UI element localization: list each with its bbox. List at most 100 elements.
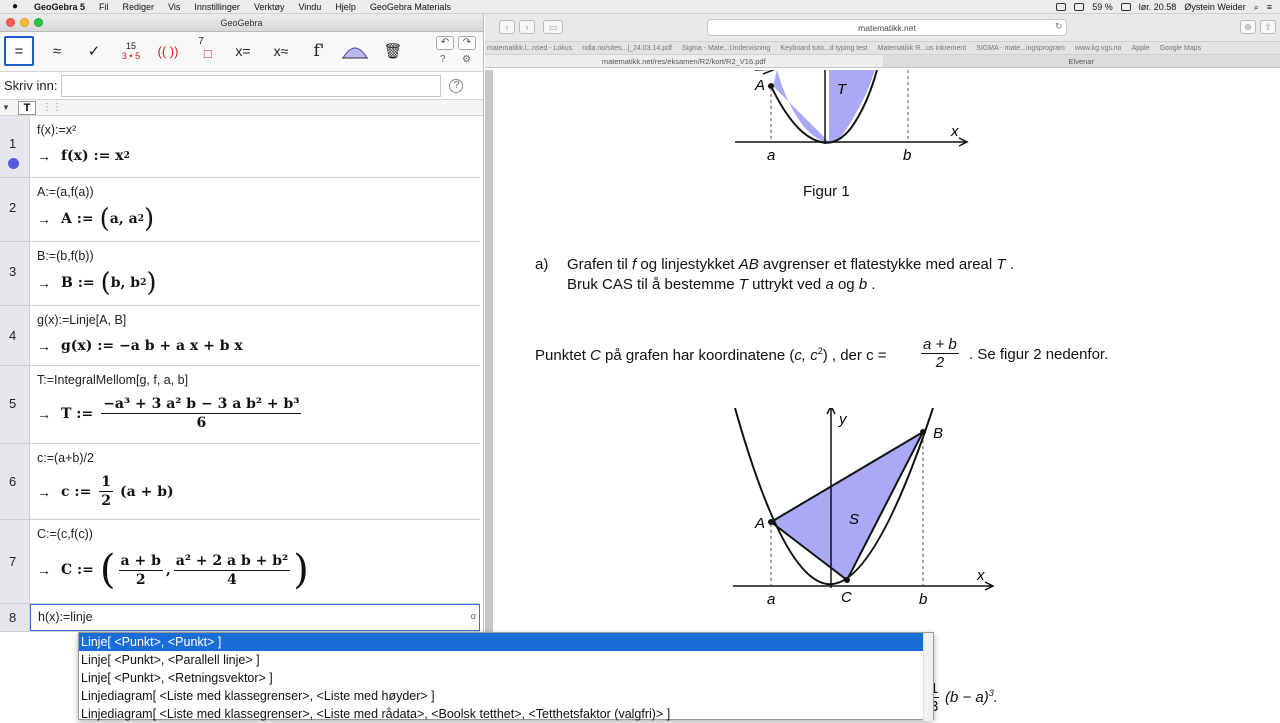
cas-cell[interactable]: T:=IntegralMellom[g, f, a, b] → T := −a³… bbox=[30, 366, 480, 443]
row-number[interactable]: 5 bbox=[0, 366, 30, 443]
battery-level[interactable]: 59 % bbox=[1092, 2, 1113, 12]
settings-icon[interactable]: ⚙ bbox=[462, 54, 471, 65]
graphics-visibility-icon[interactable] bbox=[8, 158, 19, 169]
expand-tool[interactable]: (( )) bbox=[153, 36, 183, 66]
bookmark-item[interactable]: Sigma - Mate...Undervisning bbox=[682, 45, 770, 52]
bookmark-item[interactable]: matematikk.l...nsed - Lokus bbox=[487, 45, 572, 52]
tab-pdf[interactable]: matematikk.net/res/eksamen/R2/kort/R2_V1… bbox=[485, 55, 883, 67]
cas-input[interactable]: C:=(c,f(c)) bbox=[37, 527, 93, 541]
menu-rediger[interactable]: Rediger bbox=[123, 2, 155, 12]
bookmark-item[interactable]: Apple bbox=[1132, 45, 1150, 52]
cas-cell-active[interactable]: h(x):=linje α bbox=[30, 604, 480, 631]
cas-input[interactable]: A:=(a,f(a)) bbox=[37, 185, 94, 199]
cas-row-5[interactable]: 5 T:=IntegralMellom[g, f, a, b] → T := −… bbox=[0, 366, 480, 444]
forward-button[interactable]: › bbox=[519, 20, 535, 34]
cas-row-6[interactable]: 6 c:=(a+b)/2 → c := 12 (a + b) bbox=[0, 444, 480, 520]
cas-input[interactable]: g(x):=Linje[A, B] bbox=[37, 313, 126, 327]
row-number[interactable]: 3 bbox=[0, 242, 30, 305]
menu-innstillinger[interactable]: Innstillinger bbox=[194, 2, 240, 12]
keyboard-badge-icon[interactable]: α bbox=[471, 611, 476, 621]
cas-cell[interactable]: f(x):=x² → f(x) := x2 bbox=[30, 116, 480, 177]
cas-row-1[interactable]: 1 f(x):=x² → f(x) := x2 bbox=[0, 116, 480, 178]
bookmark-item[interactable]: www.kg.vgs.no bbox=[1075, 45, 1122, 52]
keep-input-tool[interactable]: ✓ bbox=[79, 36, 109, 66]
toggle-stylebar-icon[interactable]: ▼ bbox=[2, 103, 10, 112]
share-icon[interactable]: ⇧ bbox=[1260, 20, 1276, 34]
solve-numerically-tool[interactable]: x≈ bbox=[266, 36, 296, 66]
menu-geogebra-materials[interactable]: GeoGebra Materials bbox=[370, 2, 451, 12]
cas-row-4[interactable]: 4 g(x):=Linje[A, B] → g(x) := −a b + a x… bbox=[0, 306, 480, 366]
cas-row-2[interactable]: 2 A:=(a,f(a)) → A := (a, a2) bbox=[0, 178, 480, 242]
menu-list-icon[interactable]: ≡ bbox=[1267, 2, 1272, 12]
delete-tool[interactable]: 🗑 bbox=[378, 36, 408, 66]
redo-button[interactable]: ↷ bbox=[458, 36, 476, 50]
browser-toolbar: ‹ › ▭ matematikk.net ↻ ⊕ ⇧ bbox=[485, 14, 1280, 42]
cas-input[interactable]: f(x):=x² bbox=[37, 123, 76, 137]
cas-input[interactable]: T:=IntegralMellom[g, f, a, b] bbox=[37, 373, 188, 387]
undo-button[interactable]: ↶ bbox=[436, 36, 454, 50]
menu-vis[interactable]: Vis bbox=[168, 2, 180, 12]
row-number[interactable]: 6 bbox=[0, 444, 30, 519]
cas-row-8[interactable]: 8 h(x):=linje α bbox=[0, 604, 480, 632]
factor-tool[interactable]: 15 3 • 5 bbox=[116, 36, 146, 66]
bookmark-item[interactable]: ndla.no/sites...|_24.03.14.pdf bbox=[582, 45, 672, 52]
numeric-tool[interactable]: ≈ bbox=[42, 36, 72, 66]
window-titlebar[interactable]: GeoGebra bbox=[0, 14, 483, 32]
wifi-icon[interactable] bbox=[1074, 3, 1084, 11]
row-number[interactable]: 7 bbox=[0, 520, 30, 603]
text-style-button[interactable]: T bbox=[18, 101, 36, 115]
autocomplete-option[interactable]: Linje[ <Punkt>, <Parallell linje> ] bbox=[79, 651, 933, 669]
cas-cell[interactable]: C:=(c,f(c)) → C := ( a + b2, a² + 2 a b … bbox=[30, 520, 480, 603]
sidebar-toggle-icon[interactable]: ▭ bbox=[543, 20, 563, 34]
row-number[interactable]: 2 bbox=[0, 178, 30, 241]
search-icon[interactable]: ⌕ bbox=[1254, 2, 1259, 13]
bookmark-item[interactable]: Matematikk R...us inkrement bbox=[877, 45, 966, 52]
close-window-button[interactable] bbox=[6, 18, 15, 27]
autocomplete-option[interactable]: Linjediagram[ <Liste med klassegrenser>,… bbox=[79, 687, 933, 705]
cas-input[interactable]: c:=(a+b)/2 bbox=[37, 451, 94, 465]
solve-tool[interactable]: x= bbox=[228, 36, 258, 66]
input-field[interactable] bbox=[61, 75, 441, 97]
integral-tool[interactable] bbox=[340, 36, 370, 66]
bookmark-item[interactable]: SIGMA - mate...ingsprogram bbox=[976, 45, 1065, 52]
cas-row-7[interactable]: 7 C:=(c,f(c)) → C := ( a + b2, a² + 2 a … bbox=[0, 520, 480, 604]
autocomplete-option[interactable]: Linje[ <Punkt>, <Punkt> ] bbox=[79, 633, 933, 651]
address-bar[interactable]: matematikk.net bbox=[707, 19, 1067, 36]
tab-elvenar[interactable]: Elvenar bbox=[883, 55, 1280, 67]
cas-cell[interactable]: B:=(b,f(b)) → B := (b, b2) bbox=[30, 242, 480, 305]
input-help-icon[interactable]: ? bbox=[449, 79, 463, 93]
row-number[interactable]: 4 bbox=[0, 306, 30, 365]
menu-hjelp[interactable]: Hjelp bbox=[335, 2, 356, 12]
reload-icon[interactable]: ↻ bbox=[1055, 21, 1063, 32]
back-button[interactable]: ‹ bbox=[499, 20, 515, 34]
bookmark-item[interactable]: Google Maps bbox=[1159, 45, 1201, 52]
autocomplete-option[interactable]: Linjediagram[ <Liste med klassegrenser>,… bbox=[79, 705, 933, 723]
cas-cell[interactable]: g(x):=Linje[A, B] → g(x) := −a b + a x +… bbox=[30, 306, 480, 365]
cas-input[interactable]: B:=(b,f(b)) bbox=[37, 249, 94, 263]
cas-cell[interactable]: c:=(a+b)/2 → c := 12 (a + b) bbox=[30, 444, 480, 519]
menu-vindu[interactable]: Vindu bbox=[298, 2, 321, 12]
menu-fil[interactable]: Fil bbox=[99, 2, 109, 12]
bookmark-item[interactable]: Keyboard tuto...d typing test bbox=[780, 45, 867, 52]
row-number[interactable]: 1 bbox=[0, 116, 30, 177]
status-icon[interactable] bbox=[1056, 3, 1066, 11]
help-icon[interactable]: ? bbox=[440, 54, 446, 65]
cas-cell[interactable]: A:=(a,f(a)) → A := (a, a2) bbox=[30, 178, 480, 241]
apple-icon[interactable]: ● bbox=[12, 1, 28, 12]
evaluate-tool[interactable]: = bbox=[4, 36, 34, 66]
downloads-icon[interactable]: ⊕ bbox=[1240, 20, 1256, 34]
minimize-window-button[interactable] bbox=[20, 18, 29, 27]
menu-app[interactable]: GeoGebra 5 bbox=[34, 2, 85, 12]
clock[interactable]: lør. 20.58 bbox=[1139, 2, 1177, 12]
user-name[interactable]: Øystein Weider bbox=[1184, 2, 1245, 12]
row-number[interactable]: 8 bbox=[0, 604, 30, 631]
zoom-window-button[interactable] bbox=[34, 18, 43, 27]
substitute-tool[interactable]: 7□ bbox=[190, 36, 220, 66]
grid-style-icon[interactable]: ⋮⋮ bbox=[42, 102, 62, 113]
autocomplete-option[interactable]: Linje[ <Punkt>, <Retningsvektor> ] bbox=[79, 669, 933, 687]
menu-verktoy[interactable]: Verktøy bbox=[254, 2, 285, 12]
autocomplete-scrollbar[interactable] bbox=[923, 633, 933, 721]
cas-row-3[interactable]: 3 B:=(b,f(b)) → B := (b, b2) bbox=[0, 242, 480, 306]
derivative-tool[interactable]: f' bbox=[304, 36, 334, 66]
cas-input-active[interactable]: h(x):=linje bbox=[38, 610, 93, 624]
